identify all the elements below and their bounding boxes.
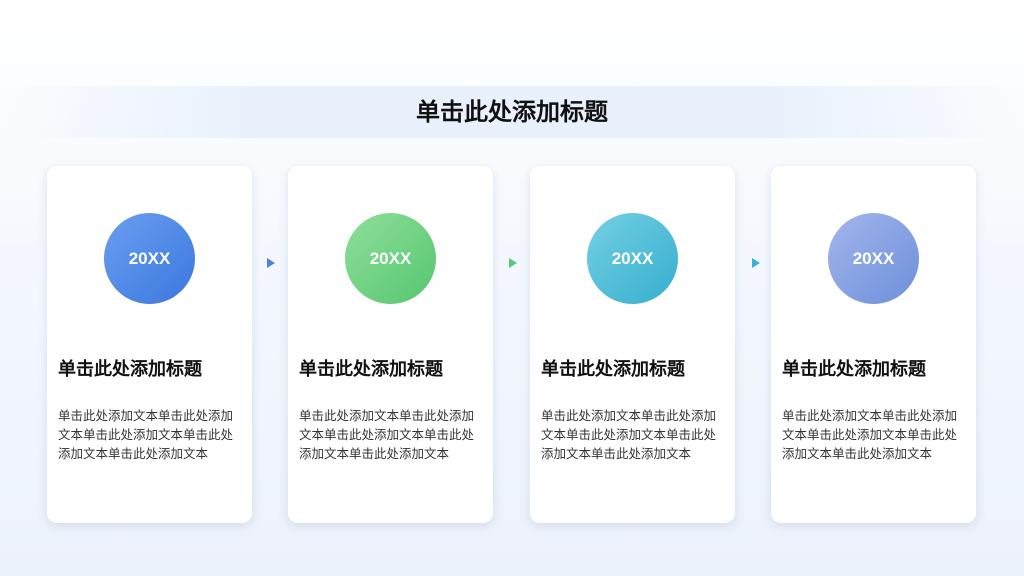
timeline-card-1[interactable]: 20XX 单击此处添加标题 单击此处添加文本单击此处添加文本单击此处添加文本单击…	[47, 166, 252, 523]
arrow-right-icon	[267, 258, 275, 268]
card-text[interactable]: 单击此处添加文本单击此处添加文本单击此处添加文本单击此处添加文本单击此处添加文本	[58, 406, 243, 463]
card-title[interactable]: 单击此处添加标题	[299, 358, 489, 382]
card-text[interactable]: 单击此处添加文本单击此处添加文本单击此处添加文本单击此处添加文本单击此处添加文本	[299, 406, 484, 463]
year-label: 20XX	[128, 248, 171, 268]
timeline-card-3[interactable]: 20XX 单击此处添加标题 单击此处添加文本单击此处添加文本单击此处添加文本单击…	[530, 166, 735, 523]
arrow-right-icon	[509, 258, 517, 268]
card-title[interactable]: 单击此处添加标题	[58, 358, 248, 382]
arrow-right-icon	[752, 258, 760, 268]
slide-title[interactable]: 单击此处添加标题	[0, 96, 1024, 128]
year-circle: 20XX	[104, 213, 195, 304]
card-text[interactable]: 单击此处添加文本单击此处添加文本单击此处添加文本单击此处添加文本单击此处添加文本	[541, 406, 726, 463]
year-circle: 20XX	[587, 213, 678, 304]
year-label: 20XX	[852, 248, 895, 268]
year-circle: 20XX	[345, 213, 436, 304]
timeline-card-2[interactable]: 20XX 单击此处添加标题 单击此处添加文本单击此处添加文本单击此处添加文本单击…	[288, 166, 493, 523]
year-label: 20XX	[611, 248, 654, 268]
year-label: 20XX	[369, 248, 412, 268]
card-title[interactable]: 单击此处添加标题	[782, 358, 972, 382]
year-circle: 20XX	[828, 213, 919, 304]
card-title[interactable]: 单击此处添加标题	[541, 358, 731, 382]
card-text[interactable]: 单击此处添加文本单击此处添加文本单击此处添加文本单击此处添加文本单击此处添加文本	[782, 406, 967, 463]
timeline-card-4[interactable]: 20XX 单击此处添加标题 单击此处添加文本单击此处添加文本单击此处添加文本单击…	[771, 166, 976, 523]
